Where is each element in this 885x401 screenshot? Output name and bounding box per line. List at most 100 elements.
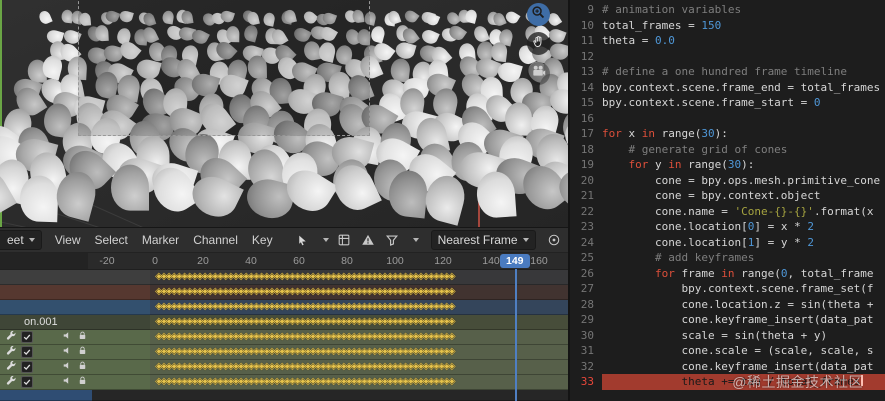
ruler-tick: 0	[152, 255, 158, 267]
modifier-wrench-icon[interactable]	[5, 360, 17, 374]
key-area[interactable]: ◈◈◈◈◈◈◈◈◈◈◈◈◈◈◈◈◈◈◈◈◈◈◈◈◈◈◈◈◈◈◈◈◈◈◈◈◈◈◈◈…	[150, 270, 568, 285]
lock-icon[interactable]	[77, 345, 88, 359]
channel-row-object[interactable]: ◈◈◈◈◈◈◈◈◈◈◈◈◈◈◈◈◈◈◈◈◈◈◈◈◈◈◈◈◈◈◈◈◈◈◈◈◈◈◈◈…	[0, 285, 568, 300]
key-area[interactable]: ◈◈◈◈◈◈◈◈◈◈◈◈◈◈◈◈◈◈◈◈◈◈◈◈◈◈◈◈◈◈◈◈◈◈◈◈◈◈◈◈…	[150, 285, 568, 300]
channel-row-action[interactable]: ◈◈◈◈◈◈◈◈◈◈◈◈◈◈◈◈◈◈◈◈◈◈◈◈◈◈◈◈◈◈◈◈◈◈◈◈◈◈◈◈…	[0, 300, 568, 315]
frame-icon[interactable]	[336, 232, 353, 249]
cone[interactable]	[110, 165, 149, 211]
menu-key[interactable]: Key	[245, 233, 280, 247]
mute-speaker-icon[interactable]	[62, 360, 73, 374]
3d-viewport[interactable]	[0, 0, 568, 228]
code-line: 13 # define a one hundred frame timeline	[570, 64, 885, 80]
line-number: 22	[580, 204, 594, 218]
cone[interactable]	[283, 8, 298, 24]
line-number: 25	[580, 251, 594, 264]
channel-row-fragment[interactable]	[0, 390, 568, 401]
menu-marker[interactable]: Marker	[135, 233, 186, 247]
chevron-down-icon	[28, 238, 35, 242]
warning-icon[interactable]	[360, 232, 377, 249]
pan-button[interactable]	[527, 32, 550, 55]
dope-sheet-editor[interactable]: eet View Select Marker Channel Key Nearest F…	[0, 228, 584, 401]
keyframe-chain[interactable]: ◈◈◈◈◈◈◈◈◈◈◈◈◈◈◈◈◈◈◈◈◈◈◈◈◈◈◈◈◈◈◈◈◈◈◈◈◈◈◈◈…	[155, 375, 517, 389]
cone[interactable]	[464, 8, 479, 24]
cone[interactable]	[79, 12, 92, 26]
cone[interactable]	[356, 27, 372, 46]
zoom-button[interactable]	[527, 3, 550, 26]
enable-checkbox[interactable]	[21, 346, 33, 358]
channel-row-fcurve[interactable]: ◈◈◈◈◈◈◈◈◈◈◈◈◈◈◈◈◈◈◈◈◈◈◈◈◈◈◈◈◈◈◈◈◈◈◈◈◈◈◈◈…	[0, 330, 568, 345]
cone[interactable]	[247, 56, 268, 80]
chevron-down-icon	[322, 238, 329, 242]
cone[interactable]	[504, 102, 533, 136]
keyframe-chain[interactable]: ◈◈◈◈◈◈◈◈◈◈◈◈◈◈◈◈◈◈◈◈◈◈◈◈◈◈◈◈◈◈◈◈◈◈◈◈◈◈◈◈…	[155, 345, 517, 359]
snap-mode-dropdown[interactable]: Nearest Frame	[430, 230, 536, 250]
menu-view[interactable]: View	[48, 233, 88, 247]
enable-checkbox[interactable]	[21, 331, 33, 343]
cone[interactable]	[419, 27, 440, 47]
line-number: 15	[580, 96, 594, 109]
cone[interactable]	[316, 40, 337, 63]
modifier-wrench-icon[interactable]	[5, 330, 17, 344]
cone[interactable]	[369, 24, 387, 44]
cursor-tool-icon[interactable]	[294, 232, 311, 249]
camera-view-button[interactable]	[527, 62, 550, 85]
channel-row-fcurve[interactable]: ◈◈◈◈◈◈◈◈◈◈◈◈◈◈◈◈◈◈◈◈◈◈◈◈◈◈◈◈◈◈◈◈◈◈◈◈◈◈◈◈…	[0, 375, 568, 390]
line-number: 26	[580, 266, 594, 280]
channel-row-summary[interactable]: ◈◈◈◈◈◈◈◈◈◈◈◈◈◈◈◈◈◈◈◈◈◈◈◈◈◈◈◈◈◈◈◈◈◈◈◈◈◈◈◈…	[0, 270, 568, 285]
cone[interactable]	[246, 10, 261, 26]
enable-checkbox[interactable]	[21, 376, 33, 388]
key-area[interactable]: ◈◈◈◈◈◈◈◈◈◈◈◈◈◈◈◈◈◈◈◈◈◈◈◈◈◈◈◈◈◈◈◈◈◈◈◈◈◈◈◈…	[150, 315, 568, 330]
lock-icon[interactable]	[77, 330, 88, 344]
mute-speaker-icon[interactable]	[62, 375, 73, 389]
keyframe-chain[interactable]: ◈◈◈◈◈◈◈◈◈◈◈◈◈◈◈◈◈◈◈◈◈◈◈◈◈◈◈◈◈◈◈◈◈◈◈◈◈◈◈◈…	[155, 285, 517, 299]
key-area[interactable]: ◈◈◈◈◈◈◈◈◈◈◈◈◈◈◈◈◈◈◈◈◈◈◈◈◈◈◈◈◈◈◈◈◈◈◈◈◈◈◈◈…	[150, 360, 568, 375]
text-editor[interactable]: 9 # animation variables 10 total_frames = 1…	[568, 0, 885, 401]
menu-channel[interactable]: Channel	[186, 233, 245, 247]
modifier-wrench-icon[interactable]	[5, 375, 17, 389]
line-number: 17	[580, 127, 594, 140]
enable-checkbox[interactable]	[21, 361, 33, 373]
cone[interactable]	[241, 23, 260, 43]
keyframe-chain[interactable]: ◈◈◈◈◈◈◈◈◈◈◈◈◈◈◈◈◈◈◈◈◈◈◈◈◈◈◈◈◈◈◈◈◈◈◈◈◈◈◈◈…	[155, 300, 517, 314]
menu-select[interactable]: Select	[87, 233, 134, 247]
keyframe-chain[interactable]: ◈◈◈◈◈◈◈◈◈◈◈◈◈◈◈◈◈◈◈◈◈◈◈◈◈◈◈◈◈◈◈◈◈◈◈◈◈◈◈◈…	[155, 330, 517, 344]
mute-speaker-icon[interactable]	[62, 345, 73, 359]
cone[interactable]	[225, 25, 240, 43]
keyframe-chain[interactable]: ◈◈◈◈◈◈◈◈◈◈◈◈◈◈◈◈◈◈◈◈◈◈◈◈◈◈◈◈◈◈◈◈◈◈◈◈◈◈◈◈…	[155, 360, 517, 374]
key-area[interactable]: ◈◈◈◈◈◈◈◈◈◈◈◈◈◈◈◈◈◈◈◈◈◈◈◈◈◈◈◈◈◈◈◈◈◈◈◈◈◈◈◈…	[150, 345, 568, 360]
channel-row-fcurve[interactable]: ◈◈◈◈◈◈◈◈◈◈◈◈◈◈◈◈◈◈◈◈◈◈◈◈◈◈◈◈◈◈◈◈◈◈◈◈◈◈◈◈…	[0, 360, 568, 375]
cone[interactable]	[363, 10, 377, 26]
timeline-ruler[interactable]: -20 0 20 40 60 80 100 120 140 160	[0, 253, 568, 270]
playhead-line[interactable]	[515, 269, 517, 401]
keyframe-chain[interactable]: ◈◈◈◈◈◈◈◈◈◈◈◈◈◈◈◈◈◈◈◈◈◈◈◈◈◈◈◈◈◈◈◈◈◈◈◈◈◈◈◈…	[155, 315, 517, 329]
current-frame-badge[interactable]: 149	[500, 254, 530, 268]
cone[interactable]	[262, 11, 276, 27]
lock-icon[interactable]	[77, 375, 88, 389]
key-area[interactable]: ◈◈◈◈◈◈◈◈◈◈◈◈◈◈◈◈◈◈◈◈◈◈◈◈◈◈◈◈◈◈◈◈◈◈◈◈◈◈◈◈…	[150, 375, 568, 390]
cone[interactable]	[118, 9, 134, 24]
code-line: 14 bpy.context.scene.frame_end = total_fr…	[570, 80, 885, 96]
ruler-tick: 120	[434, 255, 452, 267]
proportional-edit-icon[interactable]	[546, 232, 563, 249]
lock-icon[interactable]	[77, 360, 88, 374]
cone[interactable]	[181, 9, 194, 25]
key-area[interactable]: ◈◈◈◈◈◈◈◈◈◈◈◈◈◈◈◈◈◈◈◈◈◈◈◈◈◈◈◈◈◈◈◈◈◈◈◈◈◈◈◈…	[150, 330, 568, 345]
cone[interactable]	[161, 10, 175, 25]
cone[interactable]	[18, 175, 59, 223]
filter-funnel-icon[interactable]	[384, 232, 401, 249]
mute-speaker-icon[interactable]	[62, 330, 73, 344]
keyframe-chain[interactable]: ◈◈◈◈◈◈◈◈◈◈◈◈◈◈◈◈◈◈◈◈◈◈◈◈◈◈◈◈◈◈◈◈◈◈◈◈◈◈◈◈…	[155, 270, 517, 284]
cone[interactable]	[403, 7, 420, 25]
key-area[interactable]	[92, 390, 568, 401]
channel-row-group[interactable]: on.001 ◈◈◈◈◈◈◈◈◈◈◈◈◈◈◈◈◈◈◈◈◈◈◈◈◈◈◈◈◈◈◈◈◈◈…	[0, 315, 568, 330]
channel-row-fcurve[interactable]: ◈◈◈◈◈◈◈◈◈◈◈◈◈◈◈◈◈◈◈◈◈◈◈◈◈◈◈◈◈◈◈◈◈◈◈◈◈◈◈◈…	[0, 345, 568, 360]
cone[interactable]	[38, 9, 54, 26]
key-area[interactable]: ◈◈◈◈◈◈◈◈◈◈◈◈◈◈◈◈◈◈◈◈◈◈◈◈◈◈◈◈◈◈◈◈◈◈◈◈◈◈◈◈…	[150, 300, 568, 315]
editor-mode-dropdown[interactable]: eet	[0, 230, 42, 250]
cone[interactable]	[424, 11, 441, 27]
line-number: 21	[580, 189, 594, 202]
modifier-wrench-icon[interactable]	[5, 345, 17, 359]
cone[interactable]	[352, 9, 365, 24]
code-line: 10 total_frames = 150	[570, 18, 885, 34]
ruler-tick: 80	[341, 255, 353, 267]
